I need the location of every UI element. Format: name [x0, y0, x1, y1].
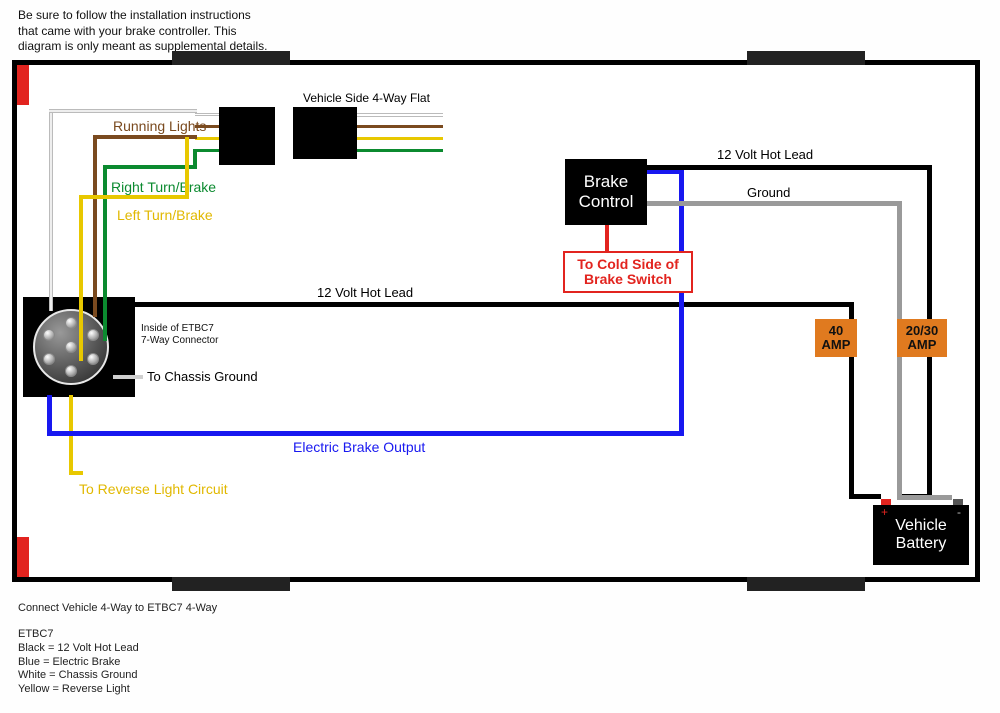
vehicle-4way-block	[293, 107, 357, 159]
footer-connect: Connect Vehicle 4-Way to ETBC7 4-Way	[18, 602, 217, 616]
wire-brown-vert	[93, 135, 97, 317]
frame-accent-top-left	[17, 65, 29, 105]
amp-2030-text: 20/30 AMP	[906, 324, 939, 353]
inside-connector-l2: 7-Way Connector	[141, 335, 218, 346]
wheel-tab-top-rear	[747, 51, 865, 65]
etbc7-4way-green	[195, 149, 219, 152]
wheel-tab-top-front	[172, 51, 290, 65]
wire-white-horiz	[49, 109, 197, 113]
to-chassis-ground-label: To Chassis Ground	[147, 369, 258, 384]
wire-blue-vert	[679, 169, 684, 436]
legend-blue: Blue = Electric Brake	[18, 656, 139, 670]
amp-2030-box: 20/30 AMP	[897, 319, 947, 357]
vehicle-4way-brown	[357, 125, 443, 128]
etbc7-4way-white	[195, 113, 219, 116]
instructions-block: Be sure to follow the installation instr…	[18, 8, 267, 55]
vehicle-frame: Inside of ETBC7 7-Way Connector Vehicle …	[12, 60, 980, 582]
ground-label: Ground	[747, 185, 790, 200]
hot-lead-top-label: 12 Volt Hot Lead	[717, 147, 813, 162]
wire-ground-horiz	[647, 201, 901, 206]
battery-plus: +	[881, 505, 888, 519]
wire-green-up	[193, 149, 197, 169]
pin-center	[65, 341, 77, 353]
cold-side-box: To Cold Side of Brake Switch	[563, 251, 693, 293]
wire-white-vert	[49, 109, 53, 311]
brake-control-box: Brake Control	[565, 159, 647, 225]
cold-side-l1: To Cold Side of	[577, 256, 679, 272]
battery-minus: -	[957, 505, 961, 519]
cold-side-l2: Brake Switch	[584, 271, 672, 287]
instructions-line2: that came with your brake controller. Th…	[18, 24, 267, 40]
wire-12v-left-horiz	[135, 302, 853, 307]
etbc7-4way-block	[219, 107, 275, 165]
vehicle-4way-yellow	[357, 137, 443, 140]
amp-40-box: 40 AMP	[815, 319, 857, 357]
frame-accent-bottom-left	[17, 537, 29, 577]
legend-title: ETBC7	[18, 628, 139, 642]
wire-blue-drop	[47, 395, 52, 435]
instructions-line1: Be sure to follow the installation instr…	[18, 8, 267, 24]
etbc7-4way-yellow	[195, 137, 219, 140]
pin-tr	[87, 329, 99, 341]
vehicle-4way-white	[357, 113, 443, 117]
brake-control-text: Brake Control	[579, 172, 634, 211]
wire-chassis-ground	[113, 375, 143, 379]
to-reverse-light-label: To Reverse Light Circuit	[79, 481, 228, 497]
hot-lead-left-label: 12 Volt Hot Lead	[317, 285, 413, 300]
pin-br	[87, 353, 99, 365]
wheel-tab-bottom-front	[172, 577, 290, 591]
wheel-tab-bottom-rear	[747, 577, 865, 591]
pin-tl	[43, 329, 55, 341]
pin-bottom	[65, 365, 77, 377]
left-turn-brake-label: Left Turn/Brake	[117, 207, 213, 223]
vehicle-side-4way-label: Vehicle Side 4-Way Flat	[303, 91, 430, 105]
wire-brown-horiz	[93, 135, 197, 139]
legend-yellow: Yellow = Reverse Light	[18, 683, 139, 697]
wire-ground-tobatt	[897, 495, 952, 500]
pin-top	[65, 317, 77, 329]
running-lights-label: Running Lights	[113, 118, 206, 134]
wire-green-vert	[103, 165, 107, 341]
wire-reverse-horiz	[69, 471, 83, 475]
vehicle-battery-text: Vehicle Battery	[895, 517, 947, 554]
pin-bl	[43, 353, 55, 365]
etbc7-7way-ring	[33, 309, 109, 385]
wire-12v-left-tobatt	[849, 494, 881, 499]
electric-brake-output-label: Electric Brake Output	[293, 439, 425, 455]
wire-yellow-lt-vert	[79, 195, 83, 361]
inside-connector-l1: Inside of ETBC7	[141, 323, 214, 334]
wire-12v-top-horiz	[647, 165, 931, 170]
wire-green-horiz	[103, 165, 197, 169]
legend-black: Black = 12 Volt Hot Lead	[18, 642, 139, 656]
wire-red-bc-to-cold	[605, 225, 609, 251]
vehicle-4way-green	[357, 149, 443, 152]
wire-blue-horiz	[47, 431, 683, 436]
legend-white: White = Chassis Ground	[18, 669, 139, 683]
wire-yellow-lt-up	[185, 137, 189, 199]
amp-40-text: 40 AMP	[822, 324, 851, 353]
right-turn-brake-label: Right Turn/Brake	[111, 179, 216, 195]
wire-yellow-lt-horiz	[79, 195, 189, 199]
